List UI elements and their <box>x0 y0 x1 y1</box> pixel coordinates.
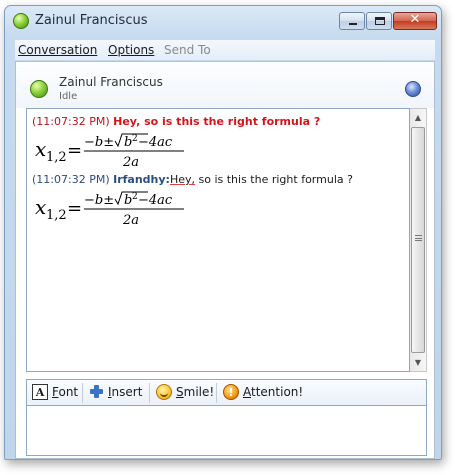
formula-subscript: 1,2 <box>46 150 67 165</box>
message-timestamp: (11:07:32 PM) <box>32 115 110 128</box>
formula-2: x 1,2 = −b± b 2 −4ac 2a <box>35 189 195 230</box>
formula-numerator-start: −b± <box>84 193 114 208</box>
smiley-icon <box>156 384 172 400</box>
formula-superscript: 2 <box>132 134 138 144</box>
formula-equals: = <box>67 140 82 161</box>
grip-icon <box>415 235 422 241</box>
menu-options[interactable]: Options <box>108 43 154 57</box>
minimize-button[interactable] <box>339 12 365 30</box>
font-icon: A <box>32 384 48 400</box>
insert-button[interactable]: Insert <box>89 384 145 402</box>
contact-status: Idle <box>59 91 78 102</box>
message-text: Hey, so is this the right formula ? <box>170 173 353 186</box>
scroll-thumb[interactable] <box>411 127 425 353</box>
smile-button-label: Smile! <box>176 385 215 399</box>
formula-denominator: 2a <box>122 213 139 228</box>
message-sender: Irfandhy: <box>113 173 170 186</box>
insert-plus-icon <box>89 384 104 399</box>
attention-button-label: Attention! <box>243 385 304 399</box>
menu-bar: Conversation Options Send To <box>15 40 435 60</box>
formula-1: x 1,2 = −b± b 2 −4ac 2a <box>35 131 195 172</box>
title-bar[interactable]: Zainul Franciscus ✕ <box>5 6 441 38</box>
formatting-toolbar: A Font Insert Smile! ! Attention! <box>26 379 427 406</box>
attention-button[interactable]: ! Attention! <box>223 384 303 402</box>
green-status-orb-icon <box>13 13 29 29</box>
toolbar-divider <box>149 383 150 403</box>
formula-numerator-rest: −4ac <box>138 135 173 150</box>
message-2: (11:07:32 PM) Irfandhy:Hey, so is this t… <box>32 173 353 186</box>
message-input[interactable] <box>26 406 427 456</box>
menu-conversation-label: Conversation <box>18 43 98 57</box>
message-text: Hey, so is this the right formula ? <box>113 115 321 128</box>
font-button-label: Font <box>52 385 79 399</box>
quadratic-formula-2: x 1,2 = −b± b 2 −4ac 2a <box>35 191 184 228</box>
scroll-up-arrow-icon[interactable]: ▲ <box>410 109 426 126</box>
conversation-scrollbar[interactable]: ▲ ▼ <box>410 108 427 372</box>
globe-icon[interactable] <box>405 81 421 97</box>
message-1: (11:07:32 PM) Hey, so is this the right … <box>32 115 320 128</box>
menu-conversation[interactable]: Conversation <box>18 43 97 57</box>
chat-window: Zainul Franciscus ✕ Conversation Options… <box>4 5 442 460</box>
conversation-log[interactable]: (11:07:32 PM) Hey, so is this the right … <box>26 108 410 372</box>
window-title: Zainul Franciscus <box>35 13 148 28</box>
scroll-down-arrow-icon[interactable]: ▼ <box>410 354 426 371</box>
attention-icon: ! <box>223 384 239 400</box>
message-text-highlight: Hey, <box>169 173 195 186</box>
close-icon: ✕ <box>409 12 421 27</box>
chat-client-area: Zainul Franciscus Idle (11:07:32 PM) Hey… <box>15 61 435 459</box>
contact-header: Zainul Franciscus Idle <box>16 62 434 108</box>
formula-lhs: x <box>35 195 46 219</box>
formula-denominator: 2a <box>122 155 139 170</box>
green-status-orb-icon <box>30 80 48 98</box>
message-timestamp: (11:07:32 PM) <box>32 173 110 186</box>
formula-numerator-start: −b± <box>84 135 114 150</box>
menu-options-label: Options <box>108 43 155 57</box>
formula-lhs: x <box>35 137 46 161</box>
formula-subscript: 1,2 <box>46 208 67 223</box>
minimize-icon <box>349 23 357 25</box>
insert-button-label: Insert <box>108 385 143 399</box>
font-button[interactable]: A Font <box>32 384 78 402</box>
close-button[interactable]: ✕ <box>393 12 437 30</box>
toolbar-divider <box>82 383 83 403</box>
maximize-button[interactable] <box>366 12 392 30</box>
menu-send-to-label: Send To <box>164 43 211 57</box>
toolbar-divider <box>216 383 217 403</box>
formula-equals: = <box>67 198 82 219</box>
formula-superscript: 2 <box>132 192 138 202</box>
menu-send-to[interactable]: Send To <box>164 43 211 57</box>
message-text-rest: so is this the right formula ? <box>195 173 353 186</box>
formula-numerator-rest: −4ac <box>138 193 173 208</box>
quadratic-formula-1: x 1,2 = −b± b 2 −4ac 2a <box>35 133 184 170</box>
contact-name: Zainul Franciscus <box>59 75 163 89</box>
smile-button[interactable]: Smile! <box>156 384 215 402</box>
maximize-icon <box>375 17 385 25</box>
